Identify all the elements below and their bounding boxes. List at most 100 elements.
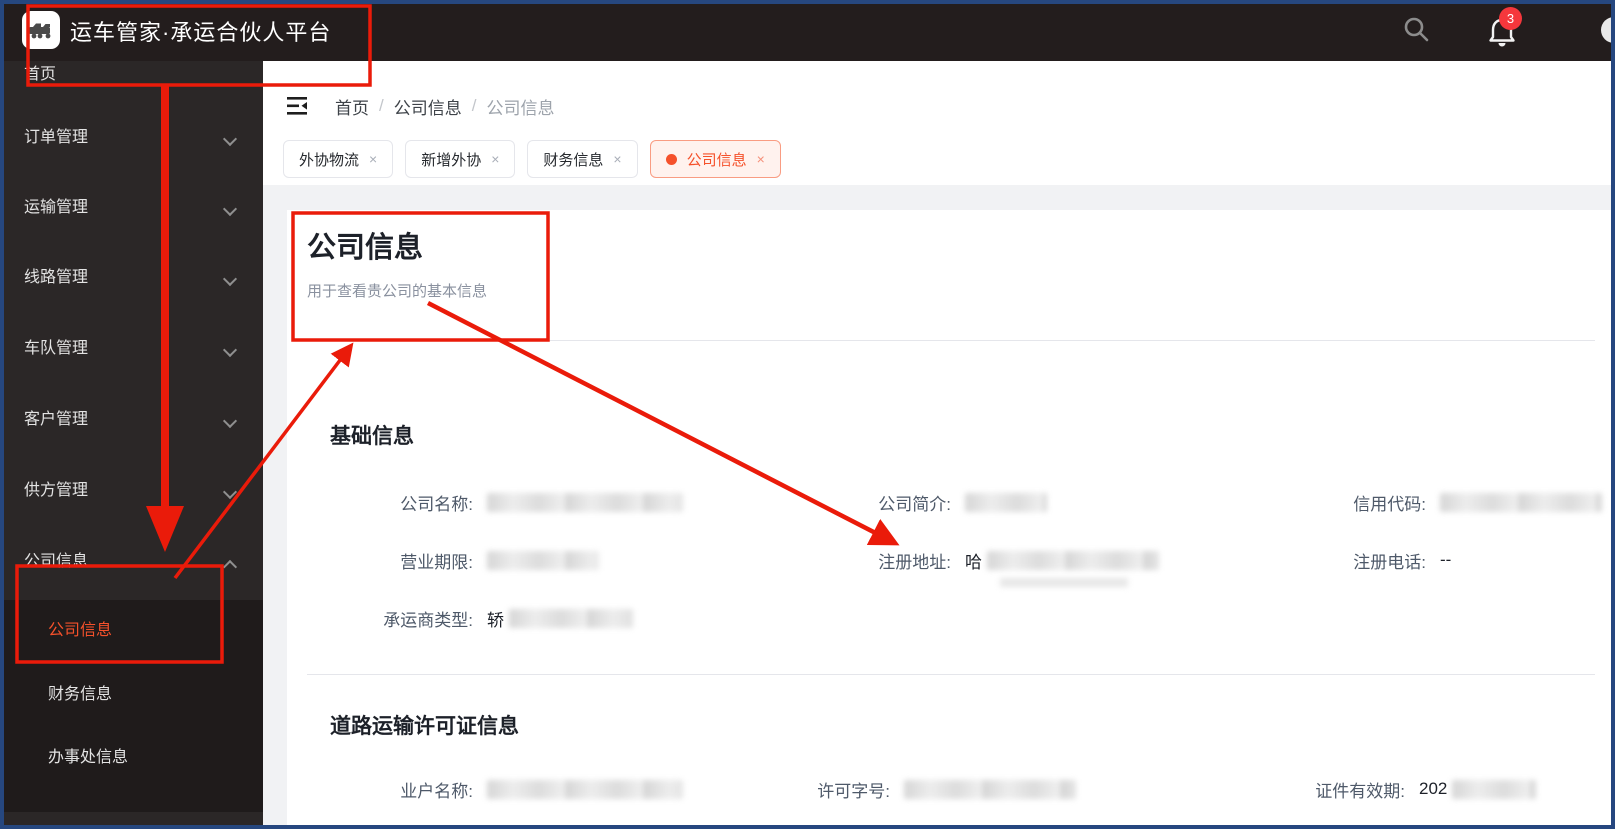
menu-fold-icon[interactable] — [285, 94, 309, 118]
redacted-value — [487, 492, 683, 512]
tab-finance-info[interactable]: 财务信息 × — [527, 140, 638, 178]
tab-close-icon[interactable]: × — [613, 151, 621, 167]
field-label: 公司名称: — [400, 494, 473, 514]
content-card: 公司信息 用于查看贵公司的基本信息 基础信息 公司名称: 公司简介: 信用代码:… — [287, 210, 1615, 829]
tab-new-external[interactable]: 新增外协 × — [405, 140, 516, 178]
redacted-value — [904, 779, 1076, 799]
sidebar-item-transport[interactable]: 运输管理 — [0, 192, 263, 224]
sidebar-item-fleet[interactable]: 车队管理 — [0, 333, 263, 365]
tab-close-icon[interactable]: × — [369, 151, 377, 167]
content-area: 公司信息 用于查看贵公司的基本信息 基础信息 公司名称: 公司简介: 信用代码:… — [263, 185, 1615, 829]
breadcrumb: 首页 / 公司信息 / 公司信息 — [335, 93, 554, 119]
field-operator-name: 业户名称: — [313, 776, 683, 802]
redacted-value — [1000, 578, 1128, 587]
field-value-prefix: 轿 — [487, 610, 504, 630]
divider — [307, 340, 1595, 341]
sidebar-item-label: 客户管理 — [24, 411, 89, 428]
field-value: -- — [1440, 550, 1452, 569]
tab-label: 财务信息 — [543, 151, 604, 169]
field-label: 许可字号: — [817, 781, 890, 801]
sidebar-item-label: 车队管理 — [24, 340, 89, 357]
redacted-value — [1440, 492, 1602, 512]
chevron-down-icon — [222, 131, 238, 147]
divider — [307, 674, 1595, 675]
chevron-down-icon — [222, 484, 238, 500]
tab-close-icon[interactable]: × — [491, 151, 499, 167]
search-icon[interactable] — [1400, 14, 1432, 46]
app-header: 运车管家·承运合伙人平台 3 — [0, 0, 1615, 61]
submenu-item-finance-info[interactable]: 财务信息 — [0, 679, 263, 711]
app-title: 运车管家·承运合伙人平台 — [70, 20, 332, 45]
field-business-term: 营业期限: — [313, 547, 599, 573]
sidebar-item-label: 公司信息 — [24, 553, 89, 570]
app-logo — [22, 11, 60, 49]
field-validity: 证件有效期: 202 — [1245, 776, 1537, 802]
sidebar-item-label: 首页 — [24, 66, 57, 83]
active-tab-dot — [665, 153, 677, 165]
sidebar-item-label: 运输管理 — [24, 199, 89, 216]
chevron-down-icon — [222, 201, 238, 217]
breadcrumb-separator: / — [379, 96, 384, 115]
sidebar-item-suppliers[interactable]: 供方管理 — [0, 475, 263, 507]
redacted-value — [487, 779, 683, 799]
breadcrumb-bar: 首页 / 公司信息 / 公司信息 外协物流 × 新增外协 × 财务信息 × 公司… — [263, 61, 1615, 185]
sidebar-item-orders[interactable]: 订单管理 — [0, 122, 263, 154]
sidebar-item-home[interactable]: 首页 — [0, 61, 263, 91]
field-label: 注册电话: — [1353, 552, 1426, 572]
truck-icon — [29, 23, 51, 39]
tab-close-icon[interactable]: × — [757, 151, 765, 167]
tab-label: 新增外协 — [421, 151, 482, 169]
notification-badge: 3 — [1499, 7, 1522, 30]
field-label: 业户名称: — [400, 781, 473, 801]
field-label: 注册地址: — [878, 552, 951, 572]
page-title: 公司信息 — [307, 232, 424, 264]
avatar[interactable] — [1601, 17, 1615, 43]
field-value-prefix: 哈 — [965, 552, 982, 572]
submenu-item-label: 财务信息 — [48, 686, 113, 703]
redacted-value — [1452, 779, 1537, 799]
tab-bar: 外协物流 × 新增外协 × 财务信息 × 公司信息 × — [283, 140, 781, 178]
field-registered-address: 注册地址: 哈 — [791, 547, 1159, 573]
submenu-item-office-info[interactable]: 办事处信息 — [0, 742, 263, 774]
submenu-item-company-info[interactable]: 公司信息 — [0, 615, 263, 647]
field-credit-code: 信用代码: — [1266, 489, 1602, 515]
section-title-basic-info: 基础信息 — [330, 425, 414, 448]
redacted-value — [987, 550, 1159, 570]
breadcrumb-separator: / — [471, 96, 477, 115]
sidebar-item-label: 线路管理 — [24, 269, 89, 286]
tab-label: 公司信息 — [686, 151, 747, 169]
field-label: 信用代码: — [1353, 494, 1426, 514]
tab-label: 外协物流 — [299, 151, 360, 169]
submenu-item-label: 办事处信息 — [48, 749, 129, 766]
breadcrumb-company-info[interactable]: 公司信息 — [394, 94, 462, 119]
redacted-value — [965, 492, 1047, 512]
breadcrumb-current: 公司信息 — [486, 98, 555, 118]
field-value-prefix: 202 — [1419, 779, 1448, 798]
field-label: 证件有效期: — [1315, 781, 1405, 801]
breadcrumb-home[interactable]: 首页 — [335, 94, 369, 119]
sidebar-item-routes[interactable]: 线路管理 — [0, 262, 263, 294]
sidebar-item-label: 订单管理 — [24, 129, 89, 146]
page-subtitle: 用于查看贵公司的基本信息 — [307, 283, 488, 300]
submenu-item-label: 公司信息 — [48, 622, 113, 639]
redacted-value — [509, 608, 633, 628]
sidebar-item-company-info[interactable]: 公司信息 — [0, 546, 263, 578]
sidebar-item-label: 供方管理 — [24, 482, 89, 499]
redacted-value — [487, 550, 599, 570]
chevron-up-icon — [222, 559, 238, 575]
field-label: 公司简介: — [878, 494, 951, 514]
field-company-name: 公司名称: — [313, 489, 683, 515]
field-carrier-type: 承运商类型: 轿 — [313, 605, 633, 631]
section-title-license-info: 道路运输许可证信息 — [330, 715, 519, 738]
sidebar-submenu: 公司信息 财务信息 办事处信息 — [0, 600, 263, 812]
field-license-no: 许可字号: — [730, 776, 1076, 802]
field-company-intro: 公司简介: — [791, 489, 1047, 515]
app-window: 运车管家·承运合伙人平台 3 首页 订单管理 运输管理 线路管理 车队管理 客户… — [0, 0, 1615, 829]
sidebar-item-customers[interactable]: 客户管理 — [0, 404, 263, 436]
field-registered-phone: 注册电话: -- — [1266, 547, 1451, 573]
sidebar: 首页 订单管理 运输管理 线路管理 车队管理 客户管理 供方管理 公司信息 公司… — [0, 61, 263, 829]
chevron-down-icon — [222, 271, 238, 287]
tab-external-logistics[interactable]: 外协物流 × — [283, 140, 394, 178]
chevron-down-icon — [222, 413, 238, 429]
tab-company-info-active[interactable]: 公司信息 × — [649, 140, 781, 178]
